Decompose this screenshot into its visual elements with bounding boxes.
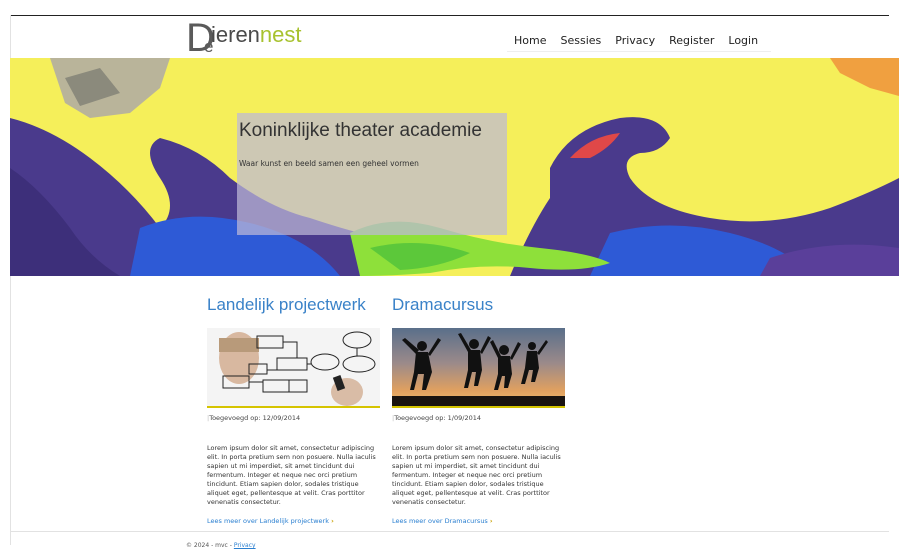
article-dramacursus: Dramacursus |Toegevoegd op: 1/09/2014 Lo… (392, 294, 572, 525)
page-footer: © 2024 - mvc - Privacy (186, 542, 256, 549)
read-more-link[interactable]: Lees meer over Dramacursus › (392, 517, 572, 525)
nav-register[interactable]: Register (662, 30, 721, 51)
header-top-border (10, 15, 889, 16)
read-more-link[interactable]: Lees meer over Landelijk projectwerk › (207, 517, 387, 525)
chevron-right-icon: › (331, 517, 334, 525)
date-added: |Toegevoegd op: 1/09/2014 (392, 414, 481, 422)
chevron-right-icon: › (489, 517, 493, 525)
nav-home[interactable]: Home (507, 30, 553, 51)
article-title[interactable]: Dramacursus (392, 294, 572, 316)
article-body: Lorem ipsum dolor sit amet, consectetur … (392, 444, 561, 506)
footer-divider (10, 531, 889, 532)
nav-privacy[interactable]: Privacy (608, 30, 662, 51)
hero-banner: Koninklijke theater academie Waar kunst … (10, 58, 899, 276)
site-logo[interactable]: D e ierennest (186, 16, 346, 60)
footer-privacy-link[interactable]: Privacy (234, 542, 256, 549)
logo-wordmark: ierennest (211, 22, 302, 47)
date-added: |Toegevoegd op: 12/09/2014 (207, 414, 301, 422)
image-underline (392, 406, 565, 408)
hero-subtitle: Waar kunst en beeld samen een geheel vor… (239, 159, 419, 168)
hero-title: Koninklijke theater academie (239, 120, 482, 141)
article-body: Lorem ipsum dolor sit amet, consectetur … (207, 444, 376, 506)
flowchart-drawing-image[interactable] (207, 328, 380, 406)
article-title[interactable]: Landelijk projectwerk (207, 294, 387, 316)
footer-copyright: © 2024 - mvc - (186, 542, 234, 549)
main-nav: Home Sessies Privacy Register Login (507, 30, 772, 52)
jumping-silhouettes-image[interactable] (392, 328, 565, 406)
nav-login[interactable]: Login (721, 30, 765, 51)
image-underline (207, 406, 380, 408)
article-landelijk-projectwerk: Landelijk projectwerk |Toegevoegd op: 12… (207, 294, 387, 525)
nav-sessies[interactable]: Sessies (553, 30, 608, 51)
